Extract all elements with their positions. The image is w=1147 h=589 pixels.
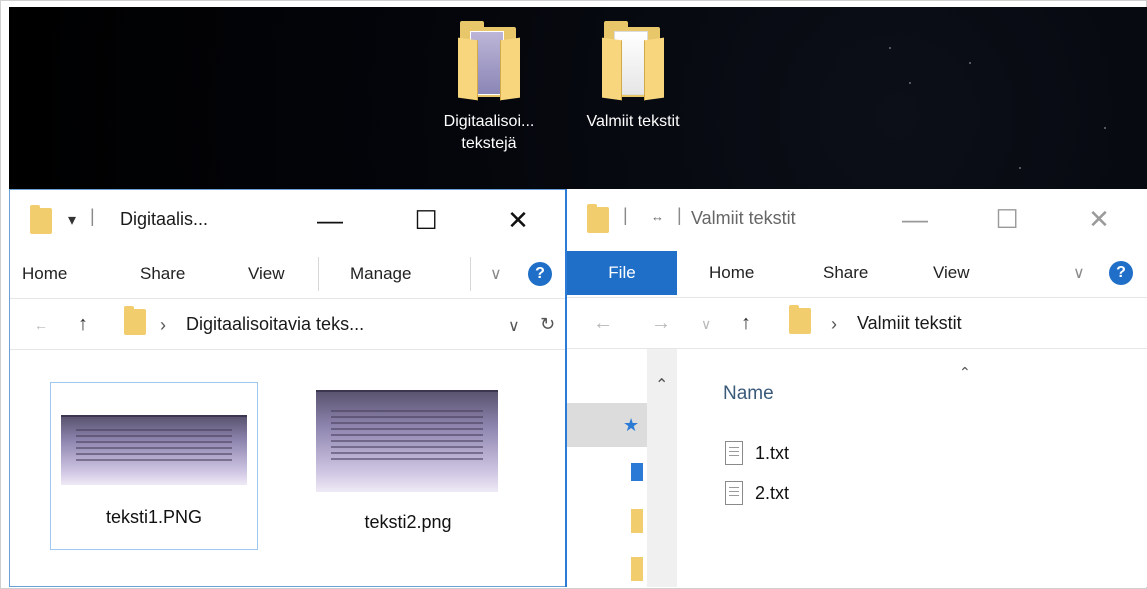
tab-share[interactable]: Share — [823, 263, 868, 283]
chevron-down-icon[interactable]: ∨ — [490, 264, 502, 284]
folder-with-documents-icon — [602, 21, 664, 101]
list-item[interactable]: 2.txt — [725, 481, 789, 505]
file-name: 1.txt — [755, 442, 790, 463]
desktop-icon-label: Digitaalisoi... — [443, 113, 535, 130]
desktop-nav-icon[interactable] — [631, 463, 643, 481]
help-icon[interactable]: ? — [1109, 261, 1133, 285]
tab-home[interactable]: Home — [22, 264, 67, 284]
refresh-icon[interactable]: ↻ — [540, 314, 555, 335]
maximize-button[interactable]: ☐ — [987, 199, 1027, 239]
tab-view[interactable]: View — [933, 263, 970, 283]
forward-arrow-icon[interactable]: → — [651, 312, 671, 335]
tab-manage[interactable]: Manage — [350, 264, 411, 284]
close-button[interactable]: ✕ — [1079, 199, 1119, 239]
window-title: Digitaalis... — [120, 209, 209, 229]
image-thumbnail — [61, 415, 247, 485]
explorer-window-left[interactable]: ▾ | Digitaalis... — ☐ ✕ Home Share View … — [9, 189, 565, 587]
back-arrow-icon[interactable]: ← — [34, 317, 48, 333]
desktop-icon-label: Valmiit tekstit — [586, 113, 680, 130]
text-file-icon — [725, 481, 743, 505]
maximize-button[interactable]: ☐ — [406, 200, 446, 240]
back-arrow-icon[interactable]: ← — [593, 312, 613, 335]
breadcrumb-path[interactable]: Digitaalisoitavia teks... — [186, 314, 364, 335]
file-thumbnail-teksti1[interactable]: teksti1.PNG — [50, 382, 258, 550]
tab-share[interactable]: Share — [140, 264, 185, 284]
window-title: Valmiit tekstit — [691, 208, 796, 228]
file-name: teksti2.png — [364, 512, 452, 532]
address-bar[interactable]: ← ↑ › Digitaalisoitavia teks... ∨ ↻ — [10, 298, 565, 350]
folder-icon — [124, 306, 146, 335]
up-arrow-icon[interactable]: ↑ — [741, 312, 751, 335]
file-name: 2.txt — [755, 482, 790, 503]
file-name: teksti1.PNG — [105, 507, 203, 527]
folder-icon — [30, 205, 52, 234]
file-thumbnail-teksti2[interactable]: teksti2.png — [304, 382, 512, 550]
help-icon[interactable]: ? — [528, 262, 552, 286]
image-thumbnail — [316, 390, 498, 492]
ribbon-tabs: File Home Share View ∨ ? — [567, 251, 1147, 295]
folder-icon — [587, 204, 609, 233]
chevron-down-icon[interactable]: ∨ — [1073, 263, 1085, 283]
sort-caret-icon: ⌃ — [959, 364, 971, 380]
scroll-up-icon[interactable]: ⌃ — [655, 375, 668, 395]
explorer-window-right[interactable]: | ↔ | Valmiit tekstit — ☐ ✕ File Home Sh… — [565, 189, 1147, 587]
list-item[interactable]: 1.txt — [725, 441, 789, 465]
quick-access-icon[interactable]: ↔ — [651, 209, 664, 224]
breadcrumb-path[interactable]: Valmiit tekstit — [857, 313, 962, 334]
text-file-icon — [725, 441, 743, 465]
folder-nav-icon[interactable] — [631, 557, 643, 581]
ribbon-tabs: Home Share View Manage ∨ ? — [10, 252, 565, 296]
tab-home[interactable]: Home — [709, 263, 754, 283]
folder-with-images-icon — [458, 21, 520, 101]
breadcrumb-chevron-icon: › — [831, 314, 837, 334]
minimize-button[interactable]: — — [895, 199, 935, 239]
breadcrumb-chevron-icon: › — [160, 315, 166, 335]
desktop-icon-digitaalisoitavia[interactable]: Digitaalisoi... tekstejä — [409, 21, 569, 155]
folder-nav-icon[interactable] — [631, 509, 643, 533]
address-dropdown-icon[interactable]: ∨ — [508, 316, 520, 336]
close-button[interactable]: ✕ — [498, 200, 538, 240]
title-bar[interactable]: | ↔ | Valmiit tekstit — ☐ ✕ — [567, 189, 1147, 249]
tab-file[interactable]: File — [567, 251, 677, 295]
column-header-name[interactable]: Name — [723, 383, 774, 405]
desktop: Digitaalisoi... tekstejä Valmiit tekstit… — [0, 0, 1147, 589]
quick-access-pin-icon[interactable]: ★ — [623, 415, 639, 436]
up-arrow-icon[interactable]: ↑ — [78, 313, 88, 336]
desktop-icon-valmiit-tekstit[interactable]: Valmiit tekstit — [561, 21, 705, 133]
title-bar[interactable]: ▾ | Digitaalis... — ☐ ✕ — [10, 190, 565, 250]
recent-locations-icon[interactable]: ∨ — [701, 316, 711, 333]
folder-icon — [789, 305, 811, 334]
minimize-button[interactable]: — — [310, 200, 350, 240]
quick-access-dropdown-icon[interactable]: ▾ — [68, 210, 76, 230]
address-bar[interactable]: ← → ∨ ↑ › Valmiit tekstit — [567, 297, 1147, 349]
tab-view[interactable]: View — [248, 264, 285, 284]
desktop-icon-label-line2: tekstejä — [461, 135, 517, 152]
